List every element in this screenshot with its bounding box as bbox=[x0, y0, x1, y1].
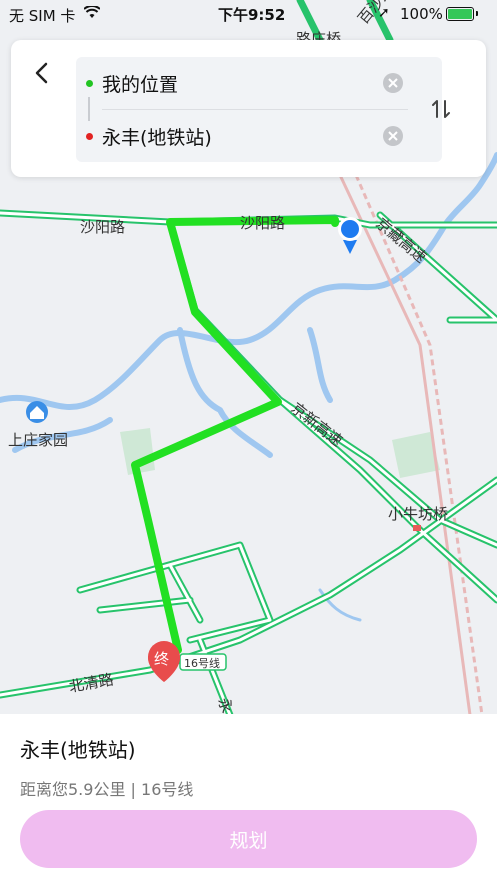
poi-label: 小牛坊桥 bbox=[388, 505, 448, 523]
destination-field[interactable]: 永丰(地铁站) bbox=[76, 112, 442, 160]
destination-text: 永丰(地铁站) bbox=[102, 127, 212, 149]
wifi-icon bbox=[84, 6, 100, 18]
road-label: 沙阳路 bbox=[240, 214, 285, 232]
divider bbox=[102, 109, 408, 110]
back-icon[interactable] bbox=[29, 58, 53, 88]
destination-title: 永丰(地铁站) bbox=[20, 738, 136, 762]
svg-text:16号线: 16号线 bbox=[184, 656, 220, 670]
road-label: 沙阳路 bbox=[80, 218, 125, 236]
origin-field[interactable]: 我的位置 bbox=[76, 59, 442, 107]
clock: 下午9:52 bbox=[218, 6, 286, 24]
clear-destination-icon[interactable] bbox=[383, 126, 403, 146]
bridge-icon bbox=[413, 525, 421, 531]
plan-route-button[interactable]: 规划 bbox=[20, 810, 477, 868]
carrier-label: 无 SIM 卡 bbox=[9, 7, 76, 25]
destination-panel: 永丰(地铁站) 距离您5.9公里 | 16号线 规划 bbox=[0, 714, 497, 883]
origin-dot bbox=[86, 80, 93, 87]
battery-icon bbox=[446, 7, 478, 21]
route-inputs: 我的位置 永丰(地铁站) bbox=[76, 57, 442, 162]
origin-text: 我的位置 bbox=[102, 74, 179, 96]
clear-origin-icon[interactable] bbox=[383, 73, 403, 93]
svg-text:终: 终 bbox=[154, 650, 169, 668]
destination-subtitle: 距离您5.9公里 | 16号线 bbox=[20, 780, 194, 799]
location-arrow-icon: ➚ bbox=[378, 5, 390, 21]
swap-icon[interactable] bbox=[429, 97, 453, 121]
status-bar: 无 SIM 卡 下午9:52 ➚ 100% bbox=[0, 0, 497, 28]
battery-percent: 100% bbox=[400, 5, 443, 23]
subway-line-badge: 16号线 bbox=[179, 653, 227, 671]
poi-label: 上庄家园 bbox=[8, 431, 68, 449]
destination-dot bbox=[86, 133, 93, 140]
house-icon bbox=[26, 401, 48, 423]
route-search-card: 我的位置 永丰(地铁站) bbox=[11, 40, 486, 177]
